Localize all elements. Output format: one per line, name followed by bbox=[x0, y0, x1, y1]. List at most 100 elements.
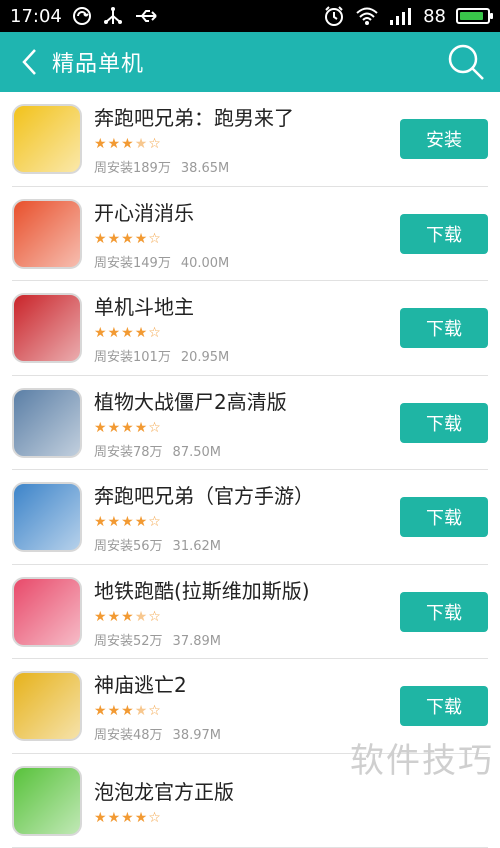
app-meta: 周安装78万 87.50M bbox=[94, 441, 400, 460]
star-icon: ★ bbox=[135, 703, 149, 719]
weekly-installs: 周安装52万 bbox=[94, 634, 163, 649]
list-item[interactable]: 植物大战僵尸2高清版★★★★☆周安装78万87.50M下载 bbox=[0, 376, 500, 471]
status-time: 17:04 bbox=[10, 6, 62, 27]
star-icon: ★ bbox=[135, 136, 149, 152]
install-button[interactable]: 安装 bbox=[400, 119, 488, 159]
star-icon: ★ bbox=[121, 325, 135, 341]
search-button[interactable] bbox=[444, 40, 488, 84]
star-icon: ★ bbox=[135, 514, 149, 530]
star-icon: ★ bbox=[94, 231, 108, 247]
app-icon[interactable] bbox=[12, 482, 82, 552]
app-name[interactable]: 神庙逃亡2 bbox=[94, 669, 400, 698]
watermark: 软件技巧 bbox=[350, 733, 494, 782]
download-button[interactable]: 下载 bbox=[400, 308, 488, 348]
app-name[interactable]: 植物大战僵尸2高清版 bbox=[94, 386, 400, 415]
star-icon: ☆ bbox=[148, 420, 162, 436]
star-icon: ☆ bbox=[148, 703, 162, 719]
star-icon: ☆ bbox=[148, 810, 162, 826]
star-icon: ★ bbox=[94, 136, 108, 152]
app-icon[interactable] bbox=[12, 577, 82, 647]
battery-icon bbox=[456, 8, 490, 24]
app-info: 奔跑吧兄弟（官方手游）★★★★☆周安装56万31.62M bbox=[94, 480, 400, 554]
star-icon: ★ bbox=[94, 609, 108, 625]
app-name[interactable]: 奔跑吧兄弟（官方手游） bbox=[94, 480, 400, 509]
app-size: 38.65M bbox=[181, 161, 229, 176]
star-icon: ☆ bbox=[148, 514, 162, 530]
star-icon: ★ bbox=[108, 420, 122, 436]
star-icon: ★ bbox=[135, 810, 149, 826]
chevron-left-icon bbox=[20, 47, 40, 77]
star-icon: ★ bbox=[94, 703, 108, 719]
signal-icon bbox=[389, 6, 413, 26]
app-info: 泡泡龙官方正版★★★★☆ bbox=[94, 776, 500, 825]
download-button[interactable]: 下载 bbox=[400, 214, 488, 254]
star-icon: ☆ bbox=[148, 609, 162, 625]
list-item[interactable]: 奔跑吧兄弟（官方手游）★★★★☆周安装56万31.62M下载 bbox=[0, 470, 500, 565]
rating-stars: ★★★★☆ bbox=[94, 326, 400, 340]
app-info: 地铁跑酷(拉斯维加斯版)★★★★☆周安装52万37.89M bbox=[94, 575, 400, 649]
app-icon[interactable] bbox=[12, 671, 82, 741]
app-size: 20.95M bbox=[181, 350, 229, 365]
page-title: 精品单机 bbox=[52, 46, 144, 78]
app-icon[interactable] bbox=[12, 766, 82, 836]
star-icon: ★ bbox=[121, 810, 135, 826]
download-button[interactable]: 下载 bbox=[400, 497, 488, 537]
star-icon: ★ bbox=[135, 609, 149, 625]
app-icon[interactable] bbox=[12, 104, 82, 174]
download-button[interactable]: 下载 bbox=[400, 403, 488, 443]
rating-stars: ★★★★☆ bbox=[94, 421, 400, 435]
sync-icon bbox=[72, 6, 92, 26]
app-meta: 周安装189万 38.65M bbox=[94, 157, 400, 176]
star-icon: ★ bbox=[108, 231, 122, 247]
star-icon: ★ bbox=[94, 325, 108, 341]
weekly-installs: 周安装48万 bbox=[94, 728, 163, 743]
star-icon: ★ bbox=[108, 325, 122, 341]
usb-connected-icon bbox=[134, 8, 160, 24]
list-item[interactable]: 单机斗地主★★★★☆周安装101万20.95M下载 bbox=[0, 281, 500, 376]
app-icon[interactable] bbox=[12, 199, 82, 269]
usb-icon bbox=[102, 6, 124, 26]
list-item[interactable]: 地铁跑酷(拉斯维加斯版)★★★★☆周安装52万37.89M下载 bbox=[0, 565, 500, 660]
star-icon: ☆ bbox=[148, 325, 162, 341]
app-size: 87.50M bbox=[173, 445, 221, 460]
download-button[interactable]: 下载 bbox=[400, 686, 488, 726]
app-name[interactable]: 单机斗地主 bbox=[94, 291, 400, 320]
list-item[interactable]: 开心消消乐★★★★☆周安装149万40.00M下载 bbox=[0, 187, 500, 282]
title-bar: 精品单机 bbox=[0, 32, 500, 92]
app-name[interactable]: 奔跑吧兄弟：跑男来了 bbox=[94, 102, 400, 131]
star-icon: ★ bbox=[121, 420, 135, 436]
star-icon: ★ bbox=[108, 703, 122, 719]
app-meta: 周安装101万20.95M bbox=[94, 346, 400, 365]
app-meta: 周安装149万40.00M bbox=[94, 252, 400, 271]
download-button[interactable]: 下载 bbox=[400, 592, 488, 632]
list-item[interactable]: 奔跑吧兄弟：跑男来了★★★★☆周安装189万38.65M安装 bbox=[0, 92, 500, 187]
star-icon: ★ bbox=[108, 609, 122, 625]
star-icon: ★ bbox=[135, 325, 149, 341]
wifi-icon bbox=[355, 6, 379, 26]
star-icon: ★ bbox=[108, 136, 122, 152]
app-icon[interactable] bbox=[12, 293, 82, 363]
search-icon bbox=[446, 42, 486, 82]
app-size: 31.62M bbox=[173, 539, 221, 554]
app-info: 植物大战僵尸2高清版★★★★☆周安装78万87.50M bbox=[94, 386, 400, 460]
star-icon: ★ bbox=[121, 609, 135, 625]
rating-stars: ★★★★☆ bbox=[94, 811, 500, 825]
weekly-installs: 周安装189万 bbox=[94, 161, 171, 176]
weekly-installs: 周安装78万 bbox=[94, 445, 163, 460]
star-icon: ★ bbox=[94, 420, 108, 436]
star-icon: ★ bbox=[108, 810, 122, 826]
app-meta: 周安装52万37.89M bbox=[94, 630, 400, 649]
app-size: 40.00M bbox=[181, 256, 229, 271]
star-icon: ★ bbox=[108, 514, 122, 530]
rating-stars: ★★★★☆ bbox=[94, 515, 400, 529]
weekly-installs: 周安装56万 bbox=[94, 539, 163, 554]
app-size: 38.97M bbox=[173, 728, 221, 743]
app-name[interactable]: 开心消消乐 bbox=[94, 197, 400, 226]
back-button[interactable] bbox=[12, 40, 48, 84]
star-icon: ★ bbox=[135, 231, 149, 247]
star-icon: ☆ bbox=[148, 231, 162, 247]
app-icon[interactable] bbox=[12, 388, 82, 458]
status-bar: 17:04 88 bbox=[0, 0, 500, 32]
app-name[interactable]: 地铁跑酷(拉斯维加斯版) bbox=[94, 575, 400, 604]
star-icon: ★ bbox=[121, 136, 135, 152]
